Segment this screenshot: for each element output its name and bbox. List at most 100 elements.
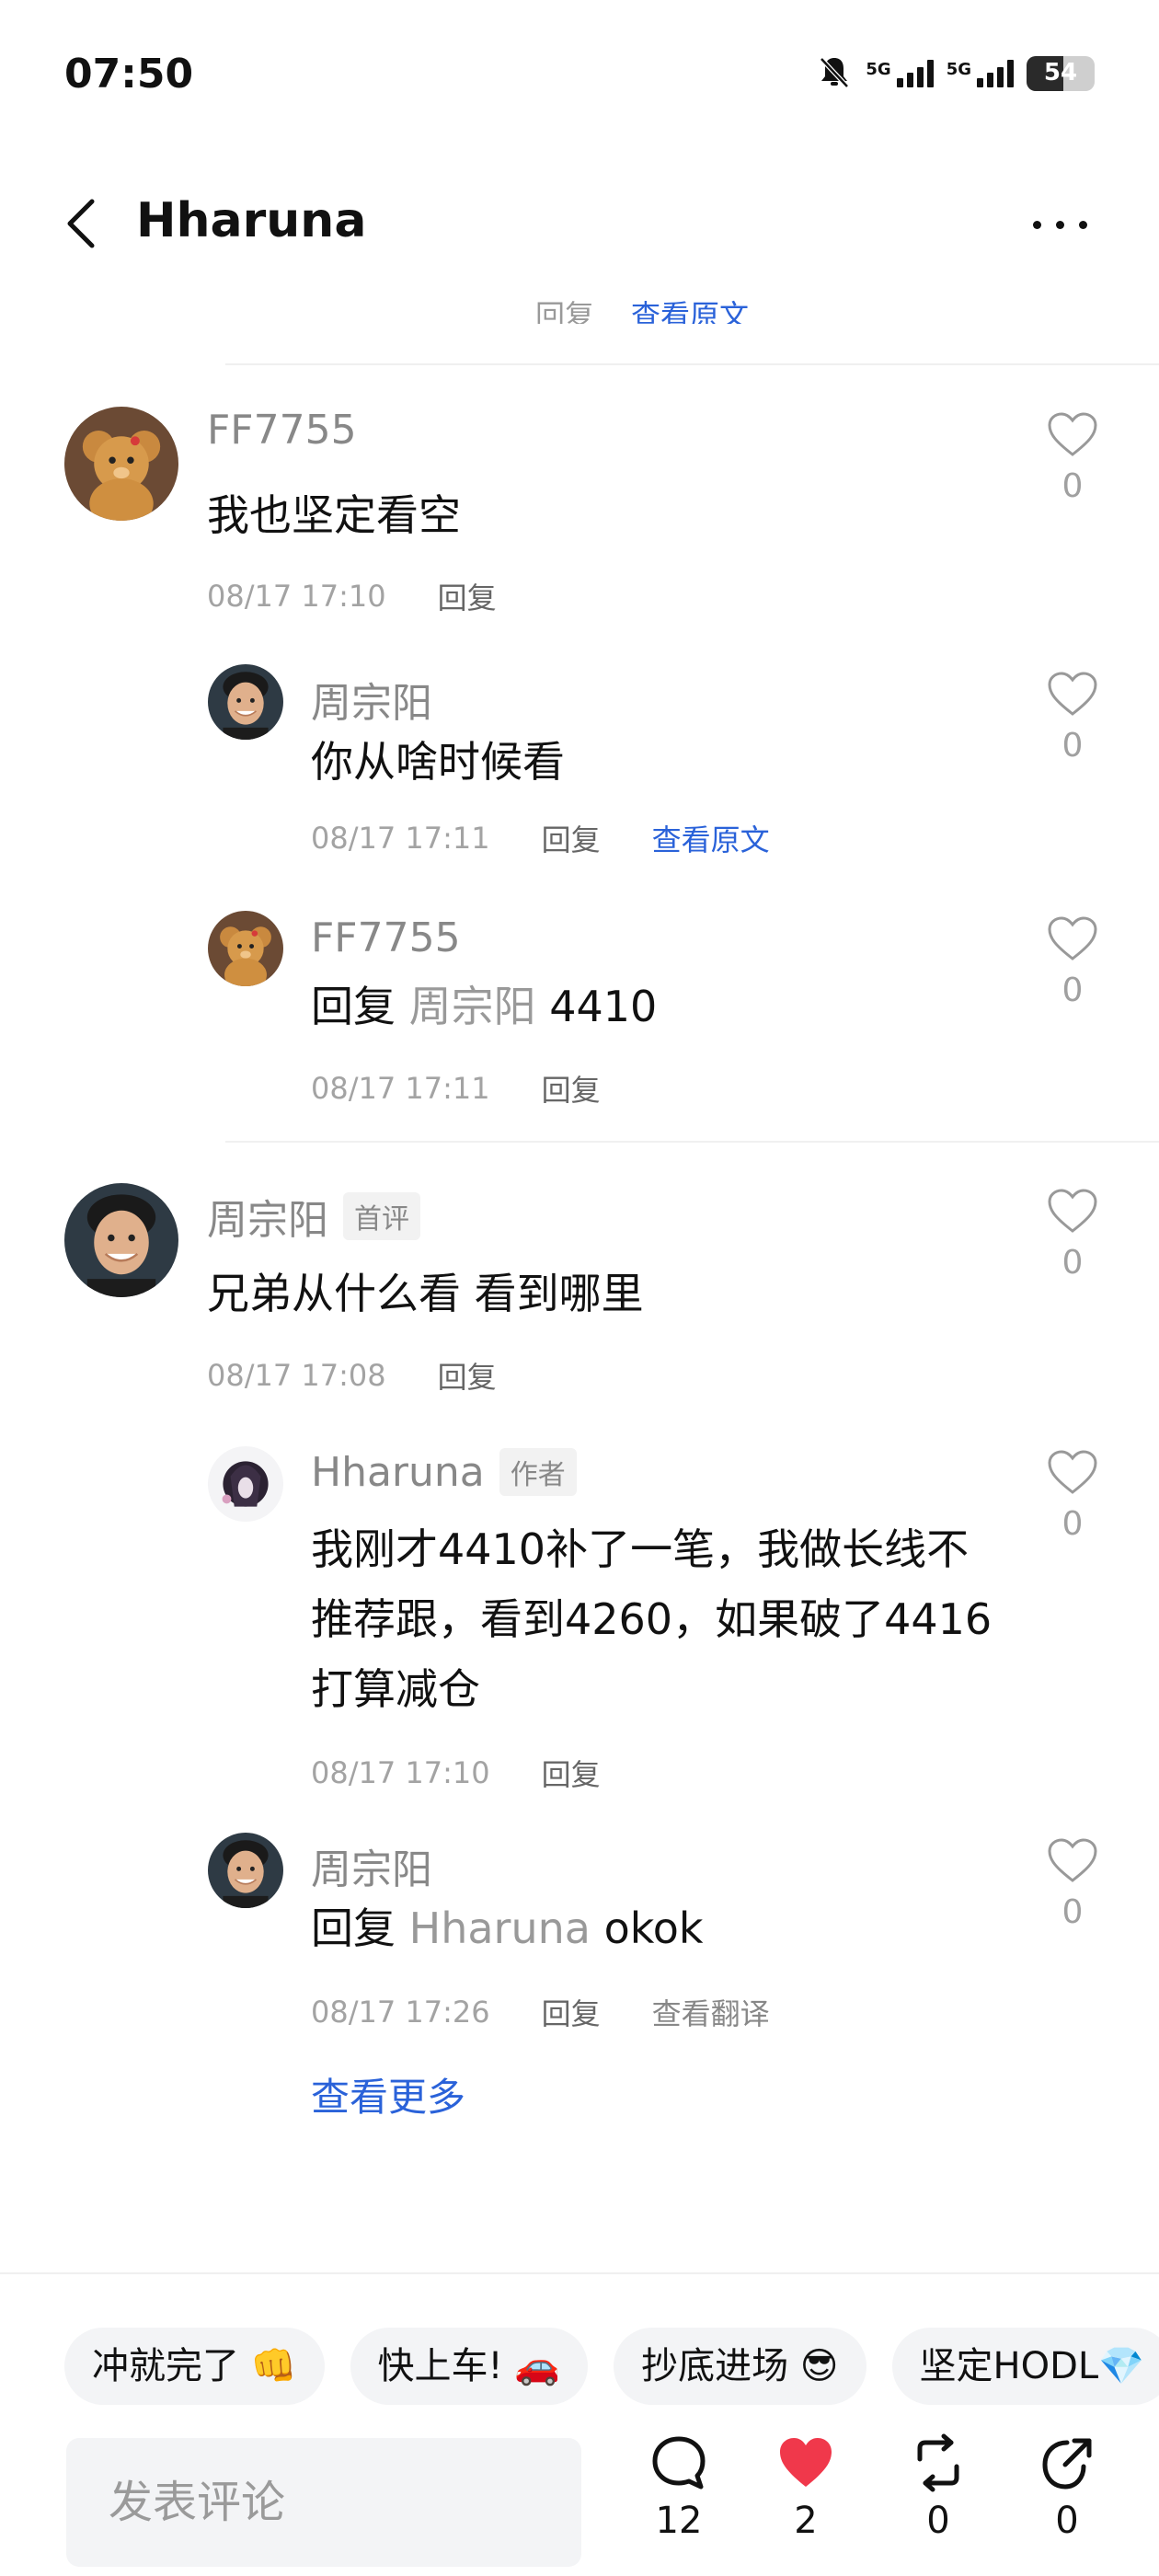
mention[interactable]: Hharuna [409, 1903, 591, 1953]
comment-text: 我也坚定看空 [207, 490, 461, 540]
status-icons: 5G 5G 54 [816, 53, 1095, 94]
bell-muted-icon [816, 53, 853, 94]
reply-prefix: 回复 [311, 1903, 396, 1953]
comment-count-button[interactable]: 12 [633, 2433, 725, 2542]
avatar[interactable] [208, 1833, 283, 1908]
heart-outline-icon [1048, 412, 1097, 456]
first-comment-badge: 首评 [343, 1192, 420, 1240]
like-post-button[interactable]: 2 [760, 2433, 852, 2542]
partial-comment-meta: 回复 查看原文 [535, 293, 749, 324]
reply-text-line: 推荐跟，看到4260，如果破了4416 [311, 1594, 993, 1644]
quick-reply-row: 冲就完了 👊 快上车! 🚗 抄底进场 😎 坚定HODL💎 [64, 2328, 1159, 2405]
translate-link[interactable]: 查看翻译 [652, 1991, 770, 2033]
comment-author[interactable]: FF7755 [207, 407, 357, 454]
reply-button[interactable]: 回复 [438, 1354, 497, 1397]
quick-reply-chip[interactable]: 抄底进场 😎 [614, 2328, 866, 2405]
comment-input[interactable] [66, 2438, 581, 2567]
avatar[interactable] [208, 664, 283, 740]
reply-button[interactable]: 回复 [542, 817, 601, 859]
reply-time: 08/17 17:26 [311, 1995, 490, 2030]
reply-author[interactable]: 周宗阳 [311, 1836, 432, 1895]
back-arrow-icon[interactable] [64, 198, 101, 249]
reply-text-line: 打算减仓 [311, 1664, 480, 1714]
network-label: 5G [946, 60, 971, 79]
reply-button[interactable]: 回复 [438, 575, 497, 617]
quick-reply-chip[interactable]: 冲就完了 👊 [64, 2328, 325, 2405]
like-count: 0 [1061, 1244, 1084, 1282]
network-label: 5G [866, 60, 891, 79]
signal-5g-icon: 5G [947, 60, 1014, 87]
heart-filled-icon [780, 2438, 832, 2487]
heart-outline-icon [1048, 1189, 1097, 1233]
heart-outline-icon [1048, 1838, 1097, 1882]
reply-text: 我刚才4410补了一笔，我做长线不 推荐跟，看到4260，如果破了4416 打算… [311, 1514, 992, 1724]
repost-count: 0 [926, 2500, 950, 2542]
like-count: 0 [1061, 972, 1084, 1009]
reply-author: Hharuna 作者 [311, 1448, 577, 1496]
share-count: 0 [1055, 2500, 1079, 2542]
avatar[interactable] [64, 407, 178, 521]
share-button[interactable]: 0 [1021, 2433, 1113, 2542]
comment-meta: 08/17 17:08 回复 [207, 1354, 497, 1397]
more-dots-icon[interactable] [1033, 221, 1087, 229]
reply-time: 08/17 17:11 [311, 821, 490, 856]
reply-time: 08/17 17:10 [311, 1755, 490, 1790]
like-button[interactable]: 0 [1045, 672, 1100, 765]
repost-icon [917, 2433, 959, 2492]
reply-body: okok [603, 1903, 704, 1953]
heart-outline-icon [1048, 1450, 1097, 1494]
reply-author[interactable]: FF7755 [311, 914, 461, 961]
view-original-link[interactable]: 查看原文 [652, 817, 770, 859]
share-icon [1042, 2438, 1092, 2490]
author-badge: 作者 [499, 1448, 577, 1496]
reply-prefix: 回复 [311, 982, 396, 1031]
like-count: 0 [1061, 1505, 1084, 1543]
quick-reply-chip[interactable]: 快上车! 🚗 [350, 2328, 589, 2405]
reply-button[interactable]: 回复 [542, 1752, 601, 1794]
like-count: 0 [1061, 467, 1084, 505]
like-count: 0 [1061, 1893, 1084, 1931]
battery-level: 54 [1043, 59, 1078, 86]
view-more-link[interactable]: 查看更多 [311, 2066, 465, 2122]
reply-text-line: 我刚才4410补了一笔，我做长线不 [311, 1524, 970, 1574]
reply-meta: 08/17 17:26 回复 查看翻译 [311, 1991, 770, 2033]
battery-icon: 54 [1027, 56, 1095, 91]
reply-text: 回复 Hharuna okok [311, 1893, 704, 1963]
quick-reply-chip[interactable]: 坚定HODL💎 [891, 2328, 1159, 2405]
reply-meta: 08/17 17:11 回复 [311, 1067, 601, 1110]
reply-text: 回复 周宗阳 4410 [311, 972, 657, 1041]
like-button[interactable]: 0 [1045, 1838, 1100, 1931]
reply-text: 你从啥时候看 [311, 737, 565, 787]
divider [225, 1141, 1159, 1143]
divider [0, 2272, 1159, 2274]
avatar[interactable] [208, 911, 283, 986]
comment-text: 兄弟从什么看 看到哪里 [207, 1269, 644, 1318]
mention[interactable]: 周宗阳 [409, 982, 536, 1031]
comment-author-name[interactable]: 周宗阳 [207, 1187, 328, 1246]
reply-body: 4410 [549, 982, 658, 1031]
like-button[interactable]: 0 [1045, 916, 1100, 1009]
reply-author[interactable]: 周宗阳 [311, 670, 432, 729]
reply-button[interactable]: 回复 [542, 1991, 601, 2033]
like-count: 0 [1061, 727, 1084, 765]
like-button[interactable]: 0 [1045, 412, 1100, 505]
view-original-link[interactable]: 查看原文 [631, 298, 749, 324]
divider [225, 363, 1159, 365]
signal-5g-icon: 5G [866, 60, 934, 87]
reply-button[interactable]: 回复 [542, 1067, 601, 1110]
avatar[interactable] [64, 1183, 178, 1297]
comment-icon [652, 2436, 706, 2490]
comment-composer[interactable] [66, 2438, 581, 2567]
comment-author: 周宗阳 首评 [207, 1187, 420, 1246]
reply-meta: 08/17 17:10 回复 [311, 1752, 601, 1794]
like-button[interactable]: 0 [1045, 1189, 1100, 1282]
page-title: Hharuna [136, 193, 367, 248]
reply-author-name[interactable]: Hharuna [311, 1449, 485, 1496]
repost-button[interactable]: 0 [892, 2433, 984, 2542]
reply-time: 08/17 17:11 [311, 1071, 490, 1106]
avatar[interactable] [208, 1446, 283, 1522]
comment-time: 08/17 17:08 [207, 1358, 386, 1393]
like-button[interactable]: 0 [1045, 1450, 1100, 1543]
reply-button[interactable]: 回复 [535, 298, 594, 324]
reply-meta: 08/17 17:11 回复 查看原文 [311, 817, 770, 859]
